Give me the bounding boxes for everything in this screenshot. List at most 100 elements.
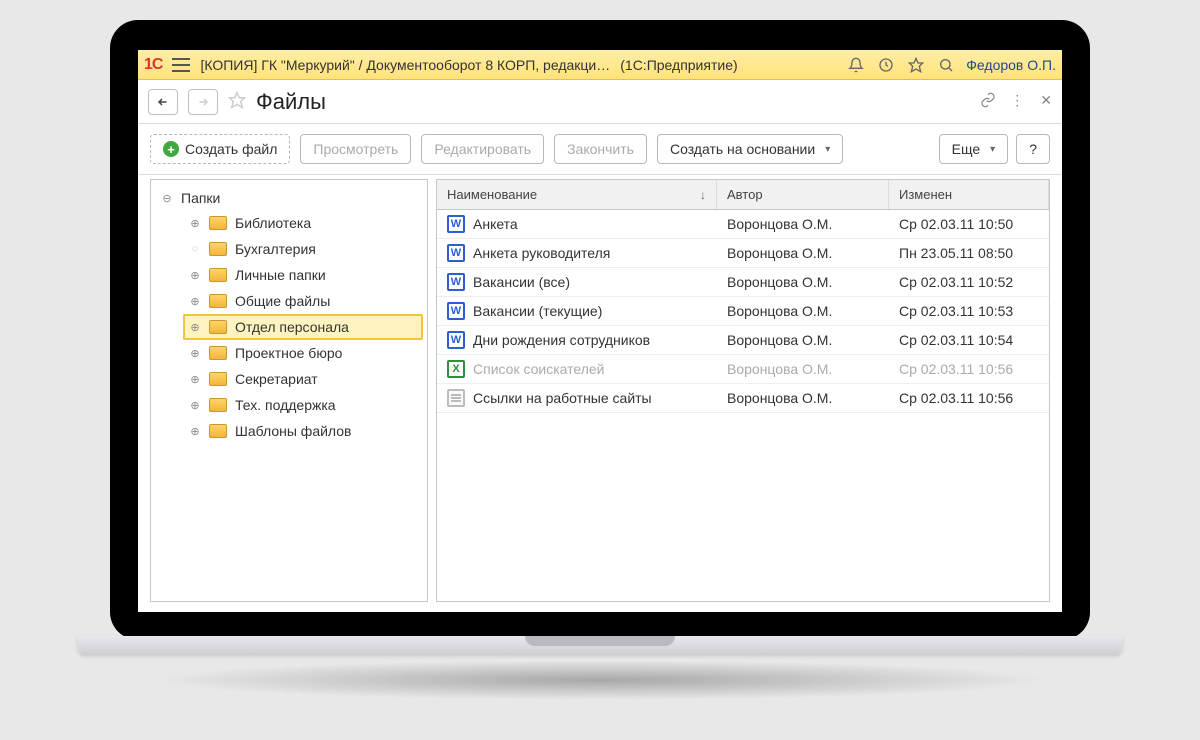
file-row[interactable]: W Анкета Воронцова О.М.Ср 02.03.11 10:50 (437, 210, 1049, 239)
collapse-icon[interactable]: ⊖ (161, 192, 173, 205)
edit-button[interactable]: Редактировать (421, 134, 544, 164)
expand-icon[interactable]: ⊕ (189, 347, 201, 360)
file-row[interactable]: WАнкета руководителяВоронцова О.М.Пн 23.… (437, 239, 1049, 268)
file-changed: Ср 02.03.11 10:54 (889, 327, 1049, 353)
bell-icon[interactable] (846, 57, 866, 73)
chevron-down-icon: ▾ (825, 144, 830, 155)
word-file-icon: W (447, 244, 465, 262)
expand-icon[interactable]: ⊕ (189, 399, 201, 412)
file-row[interactable]: Ссылки на работные сайтыВоронцова О.М.Ср… (437, 384, 1049, 413)
plus-icon: + (163, 141, 179, 157)
page-title: Файлы (256, 89, 326, 115)
tree-root[interactable]: ⊖ Папки (155, 186, 423, 210)
nav-forward-button[interactable] (188, 89, 218, 115)
folder-item[interactable]: ⊕Секретариат (183, 366, 423, 392)
folders-tree: ⊖ Папки ⊕ Библиотека ○ Бухгалтерия ⊕ Личные п… (150, 179, 428, 602)
favorite-star-icon[interactable] (228, 91, 246, 112)
star-icon[interactable] (906, 57, 926, 73)
folder-icon (209, 216, 227, 230)
create-file-button[interactable]: + Создать файл (150, 134, 290, 164)
folder-icon (209, 398, 227, 412)
file-author: Воронцова О.М. (717, 298, 889, 324)
folder-item[interactable]: ⊕ Общие файлы (183, 288, 423, 314)
history-icon[interactable] (876, 57, 896, 73)
file-name: Анкета руководителя (473, 245, 610, 261)
folder-item[interactable]: ○ Бухгалтерия (183, 236, 423, 262)
folder-item[interactable]: ⊕ Тех. поддержка (183, 392, 423, 418)
file-author: Воронцова О.М. (717, 269, 889, 295)
chevron-down-icon: ▾ (990, 144, 995, 155)
text-file-icon (447, 389, 465, 407)
sort-down-icon: ↓ (700, 188, 706, 202)
folder-label: Шаблоны файлов (235, 423, 351, 439)
folder-label: Отдел персонала (235, 319, 349, 335)
word-file-icon: W (447, 302, 465, 320)
help-button[interactable]: ? (1016, 134, 1050, 164)
folder-label: Тех. поддержка (235, 397, 336, 413)
app-subtitle: (1С:Предприятие) (620, 57, 737, 73)
expand-icon[interactable]: ⊕ (189, 321, 201, 334)
folder-icon (209, 268, 227, 282)
file-row[interactable]: WДни рождения сотрудниковВоронцова О.М.С… (437, 326, 1049, 355)
file-name: Список соискателей (473, 361, 605, 377)
view-button[interactable]: Просмотреть (300, 134, 411, 164)
expand-icon[interactable]: ⊕ (189, 373, 201, 386)
excel-file-icon: X (447, 360, 465, 378)
file-changed: Ср 02.03.11 10:56 (889, 385, 1049, 411)
expand-icon[interactable]: ○ (189, 243, 201, 255)
tree-root-label: Папки (181, 190, 220, 206)
logo-1c: 1С (144, 56, 162, 74)
folder-icon (209, 242, 227, 256)
folder-icon (209, 294, 227, 308)
file-name: Ссылки на работные сайты (473, 390, 652, 406)
folder-item[interactable]: ⊕ Проектное бюро (183, 340, 423, 366)
file-author: Воронцова О.М. (717, 211, 889, 237)
word-file-icon: W (447, 215, 465, 233)
file-author: Воронцова О.М. (717, 327, 889, 353)
menu-icon[interactable] (172, 58, 190, 72)
col-header-changed[interactable]: Изменен (889, 180, 1049, 209)
col-header-name[interactable]: Наименование ↓ (437, 180, 717, 209)
expand-icon[interactable]: ⊕ (189, 269, 201, 282)
grid-header: Наименование ↓ Автор Изменен (437, 180, 1049, 210)
current-user[interactable]: Федоров О.П. (966, 57, 1056, 73)
file-changed: Ср 02.03.11 10:53 (889, 298, 1049, 324)
folder-icon (209, 424, 227, 438)
file-name: Дни рождения сотрудников (473, 332, 650, 348)
file-row[interactable]: W Вакансии (текущие) Воронцова О.М.Ср 02.0… (437, 297, 1049, 326)
file-name: Вакансии (текущие) (473, 303, 602, 319)
create-file-label: Создать файл (185, 141, 277, 157)
file-changed: Ср 02.03.11 10:56 (889, 356, 1049, 382)
nav-back-button[interactable] (148, 89, 178, 115)
file-row[interactable]: WВакансии (все)Воронцова О.М.Ср 02.03.11… (437, 268, 1049, 297)
folder-label: Проектное бюро (235, 345, 342, 361)
folder-item[interactable]: ⊕ Шаблоны файлов (183, 418, 423, 444)
file-row[interactable]: X Список соискателей Воронцова О.М.Ср 02.0… (437, 355, 1049, 384)
expand-icon[interactable]: ⊕ (189, 217, 201, 230)
folder-item[interactable]: ⊕ Личные папки (183, 262, 423, 288)
expand-icon[interactable]: ⊕ (189, 425, 201, 438)
folder-icon (209, 320, 227, 334)
expand-icon[interactable]: ⊕ (189, 295, 201, 308)
folder-label: Личные папки (235, 267, 326, 283)
link-icon[interactable] (980, 92, 996, 111)
search-icon[interactable] (936, 57, 956, 73)
col-header-author[interactable]: Автор (717, 180, 889, 209)
more-icon[interactable]: ⋮ (1010, 92, 1026, 111)
finish-button[interactable]: Закончить (554, 134, 647, 164)
close-icon[interactable]: ✕ (1040, 92, 1052, 111)
file-changed: Ср 02.03.11 10:50 (889, 211, 1049, 237)
file-changed: Ср 02.03.11 10:52 (889, 269, 1049, 295)
more-button[interactable]: Еще▾ (939, 134, 1009, 164)
folder-label: Общие файлы (235, 293, 330, 309)
file-author: Воронцова О.М. (717, 240, 889, 266)
file-name: Анкета (473, 216, 518, 232)
folder-label: Библиотека (235, 215, 311, 231)
file-author: Воронцова О.М. (717, 356, 889, 382)
folder-item[interactable]: ⊕ Отдел персонала (183, 314, 423, 340)
folder-icon (209, 372, 227, 386)
create-from-button[interactable]: Создать на основании▾ (657, 134, 843, 164)
folder-label: Бухгалтерия (235, 241, 316, 257)
toolbar: + Создать файл Просмотреть Редактировать… (138, 124, 1062, 175)
folder-item[interactable]: ⊕ Библиотека (183, 210, 423, 236)
